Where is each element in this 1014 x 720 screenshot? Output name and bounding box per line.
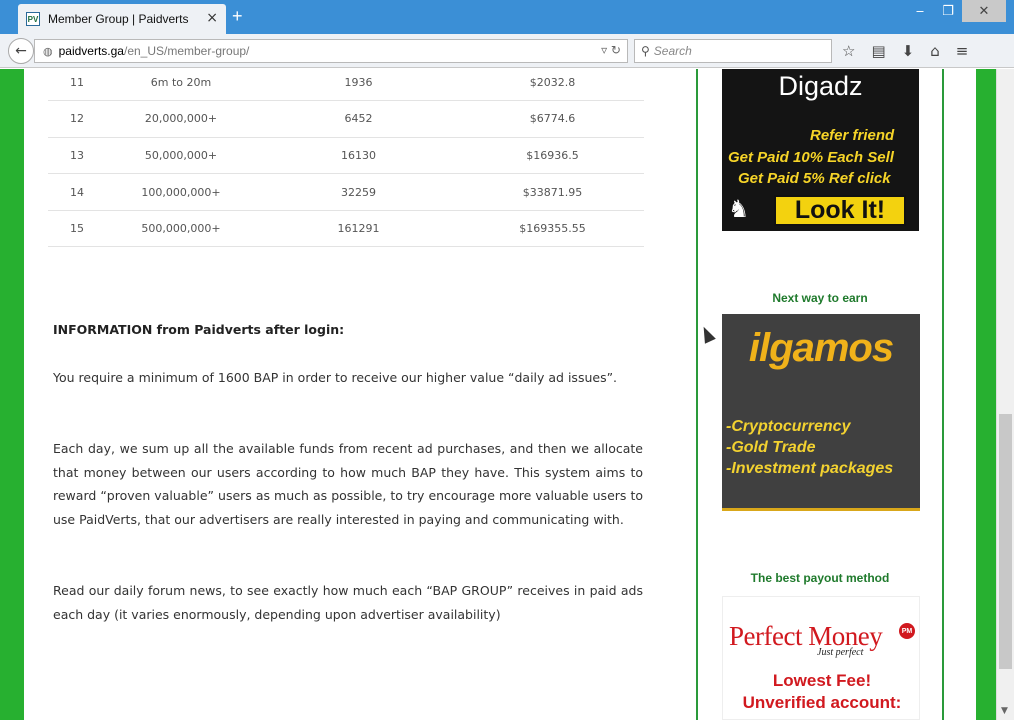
- ad-text: Unverified account:: [742, 693, 902, 712]
- ad-text: -Investment packages: [726, 460, 894, 477]
- search-placeholder: Search: [653, 44, 692, 58]
- ad-text: Lowest Fee!: [772, 671, 872, 690]
- ad-text: Get Paid 10% Each Sell: [728, 149, 894, 166]
- back-button[interactable]: ←: [8, 38, 34, 64]
- search-input[interactable]: ⚲ Search: [634, 39, 832, 63]
- page-border-left: [0, 69, 24, 720]
- close-window-icon[interactable]: ✕: [962, 0, 1006, 22]
- info-paragraph: Read our daily forum news, to see exactl…: [53, 583, 643, 622]
- daily-value: $16936.5: [461, 137, 644, 175]
- reading-list-icon[interactable]: ▤: [871, 42, 885, 60]
- scroll-down-icon[interactable]: ▼: [1001, 706, 1008, 716]
- group-number: 12: [48, 100, 106, 138]
- group-number: 14: [48, 173, 106, 211]
- restore-icon[interactable]: ❐: [934, 0, 962, 22]
- ad-brand: ilgamos: [748, 326, 894, 370]
- back-arrow-icon: ←: [15, 43, 27, 59]
- search-icon: ⚲: [641, 44, 650, 58]
- sidebar-heading: The best payout method: [750, 571, 890, 585]
- sidebar-heading: Next way to earn: [772, 291, 868, 305]
- tab-title: Member Group | Paidverts: [48, 12, 189, 26]
- globe-icon: ◍: [43, 44, 53, 58]
- ad-tagline: Just perfect: [817, 647, 864, 658]
- digadz-ad-banner[interactable]: Digadz Refer friend Get Paid 10% Each Se…: [722, 69, 919, 231]
- bap-required: 6452: [256, 100, 461, 138]
- ilgamos-ad-banner[interactable]: ilgamos -Cryptocurrency -Gold Trade -Inv…: [722, 314, 920, 511]
- new-tab-icon[interactable]: +: [232, 6, 243, 27]
- perfect-money-logo-icon: PM: [899, 623, 915, 639]
- download-icon[interactable]: ⬇: [902, 42, 915, 60]
- perfect-money-ad-banner[interactable]: Perfect Money PM Just perfect Lowest Fee…: [722, 596, 920, 720]
- ads-count: 20,000,000+: [106, 100, 256, 138]
- scrollbar-thumb[interactable]: [999, 414, 1012, 669]
- sidebar-border-left: [696, 69, 698, 720]
- group-number: 15: [48, 210, 106, 248]
- minimize-icon[interactable]: ‒: [906, 0, 934, 22]
- person-figure-icon: ♞: [728, 195, 750, 223]
- group-number: 11: [48, 64, 106, 102]
- sidebar-border-right: [942, 69, 944, 720]
- table-row: 15 500,000,000+ 161291 $169355.55: [48, 210, 644, 248]
- address-bar[interactable]: ◍ paidverts.ga/en_US/member-group/ ▿ ↻: [34, 39, 628, 63]
- mouse-cursor-icon: [698, 324, 716, 344]
- url-domain: paidverts.ga: [58, 44, 124, 58]
- bap-required: 1936: [256, 64, 461, 102]
- site-favicon-icon: PV: [26, 12, 40, 26]
- daily-value: $33871.95: [461, 173, 644, 211]
- daily-value: $6774.6: [461, 100, 644, 138]
- browser-titlebar: PV Member Group | Paidverts × + ‒ ❐ ✕: [0, 0, 1014, 34]
- ads-count: 6m to 20m: [106, 64, 256, 102]
- bookmark-star-icon[interactable]: ☆: [842, 42, 855, 60]
- browser-tab[interactable]: PV Member Group | Paidverts ×: [18, 4, 226, 34]
- home-icon[interactable]: ⌂: [930, 42, 940, 60]
- info-paragraph: You require a minimum of 1600 BAP in ord…: [53, 370, 618, 385]
- info-paragraph: Each day, we sum up all the available fu…: [53, 441, 643, 527]
- bap-group-table: 11 6m to 20m 1936 $2032.8 12 20,000,000+…: [48, 64, 644, 248]
- window-controls: ‒ ❐ ✕: [906, 0, 1006, 22]
- ads-count: 100,000,000+: [106, 173, 256, 211]
- bap-required: 16130: [256, 137, 461, 175]
- ad-text: Refer friend: [810, 127, 895, 144]
- bap-required: 161291: [256, 210, 461, 248]
- table-row: 12 20,000,000+ 6452 $6774.6: [48, 100, 644, 138]
- daily-value: $169355.55: [461, 210, 644, 248]
- daily-value: $2032.8: [461, 64, 644, 102]
- toolbar-icons: ☆ ▤ ⬇ ⌂ ≡: [842, 42, 968, 60]
- ad-text: -Cryptocurrency: [726, 418, 851, 435]
- ad-brand: Digadz: [778, 71, 863, 101]
- ad-text: Get Paid 5% Ref click: [738, 170, 891, 187]
- group-number: 13: [48, 137, 106, 175]
- table-row: 13 50,000,000+ 16130 $16936.5: [48, 137, 644, 175]
- ads-count: 50,000,000+: [106, 137, 256, 175]
- bap-required: 32259: [256, 173, 461, 211]
- url-path: /en_US/member-group/: [123, 44, 250, 58]
- ad-text: -Gold Trade: [726, 439, 816, 456]
- table-row: 11 6m to 20m 1936 $2032.8: [48, 64, 644, 102]
- page-border-right: [976, 69, 996, 720]
- tab-close-icon[interactable]: ×: [206, 10, 218, 26]
- ads-count: 500,000,000+: [106, 210, 256, 248]
- navigation-toolbar: ← ◍ paidverts.ga/en_US/member-group/ ▿ ↻…: [0, 34, 1014, 68]
- table-row: 14 100,000,000+ 32259 $33871.95: [48, 173, 644, 211]
- menu-icon[interactable]: ≡: [956, 42, 969, 60]
- reload-icon[interactable]: ▿ ↻: [601, 43, 621, 57]
- info-heading: INFORMATION from Paidverts after login:: [53, 322, 345, 337]
- look-it-button[interactable]: Look It!: [774, 195, 906, 226]
- scrollbar[interactable]: ▼: [996, 69, 1014, 720]
